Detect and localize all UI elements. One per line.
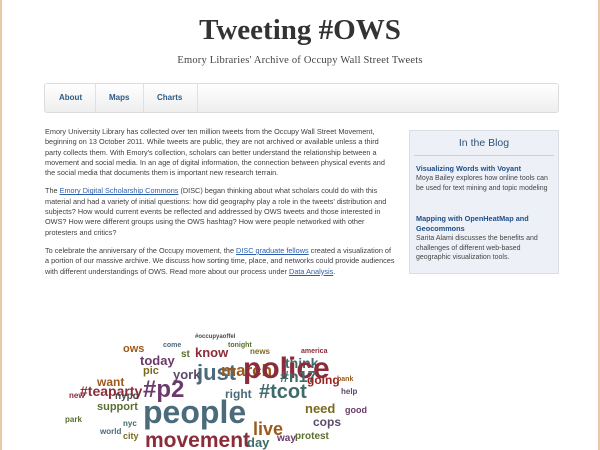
blog-post-title[interactable]: Mapping with OpenHeatMap and Geocommons (416, 214, 554, 233)
site-subtitle: Emory Libraries' Archive of Occupy Wall … (177, 55, 423, 66)
cloud-word: people (143, 394, 247, 430)
main-nav: About Maps Charts (44, 83, 559, 113)
blog-sidebar: In the Blog Visualizing Words with Voyan… (409, 130, 559, 274)
disc-paragraph-text: The (45, 186, 60, 196)
page-border-left (0, 0, 2, 450)
cloud-word: way (277, 433, 296, 444)
cloud-word: support (97, 401, 138, 413)
anniversary-paragraph-end: . (333, 266, 336, 276)
main-content: Emory University Library has collected o… (45, 127, 395, 285)
cloud-word: new (69, 391, 85, 400)
disc-link[interactable]: Emory Digital Scholarship Commons (60, 186, 179, 195)
cloud-word: bank (337, 376, 354, 383)
cloud-word: need (305, 401, 336, 416)
cloud-word: know (195, 345, 229, 360)
cloud-word: protest (295, 431, 329, 442)
sidebar-title: In the Blog (458, 137, 510, 149)
blog-post-excerpt: Moya Bailey explores how online tools ca… (416, 175, 548, 192)
cloud-word: nypd (115, 391, 139, 402)
blog-post-excerpt: Sarita Alami discusses the benefits and … (416, 235, 538, 261)
cloud-word: world (100, 427, 122, 436)
cloud-word: going (307, 373, 340, 387)
nav-divider (95, 84, 96, 112)
site-title: Tweeting #OWS (199, 14, 401, 46)
sidebar-divider (414, 155, 554, 156)
nav-maps[interactable]: Maps (109, 84, 129, 112)
cloud-word: #tcot (259, 381, 307, 403)
cloud-word: city (123, 431, 139, 441)
nav-about[interactable]: About (59, 84, 82, 112)
word-cloud: #occupyaoffel tonight america come ows n… (45, 332, 395, 450)
cloud-word: st (181, 349, 190, 360)
anniversary-paragraph-text: To celebrate the anniversary of the Occu… (45, 245, 237, 255)
cloud-word: good (345, 405, 367, 415)
disc-paragraph: The Emory Digital Scholarship Commons (D… (45, 186, 395, 237)
blog-post-title[interactable]: Visualizing Words with Voyant (416, 164, 554, 174)
cloud-word: help (341, 387, 358, 396)
nav-divider (197, 84, 198, 112)
cloud-word: cops (313, 415, 342, 429)
cloud-word: #occupyaoffel (195, 334, 236, 340)
data-analysis-link[interactable]: Data Analysis (289, 267, 333, 276)
intro-paragraph: Emory University Library has collected o… (45, 127, 385, 178)
nav-charts[interactable]: Charts (157, 84, 182, 112)
cloud-word: movement (145, 429, 251, 450)
cloud-word: nyc (123, 419, 137, 428)
cloud-word: come (163, 342, 182, 349)
cloud-word: tonight (228, 342, 252, 349)
graduate-fellows-link[interactable]: DISC graduate fellows (236, 246, 309, 255)
nav-divider (143, 84, 144, 112)
cloud-word: day (247, 435, 270, 450)
anniversary-paragraph: To celebrate the anniversary of the Occu… (45, 246, 395, 277)
cloud-word: park (65, 415, 82, 424)
